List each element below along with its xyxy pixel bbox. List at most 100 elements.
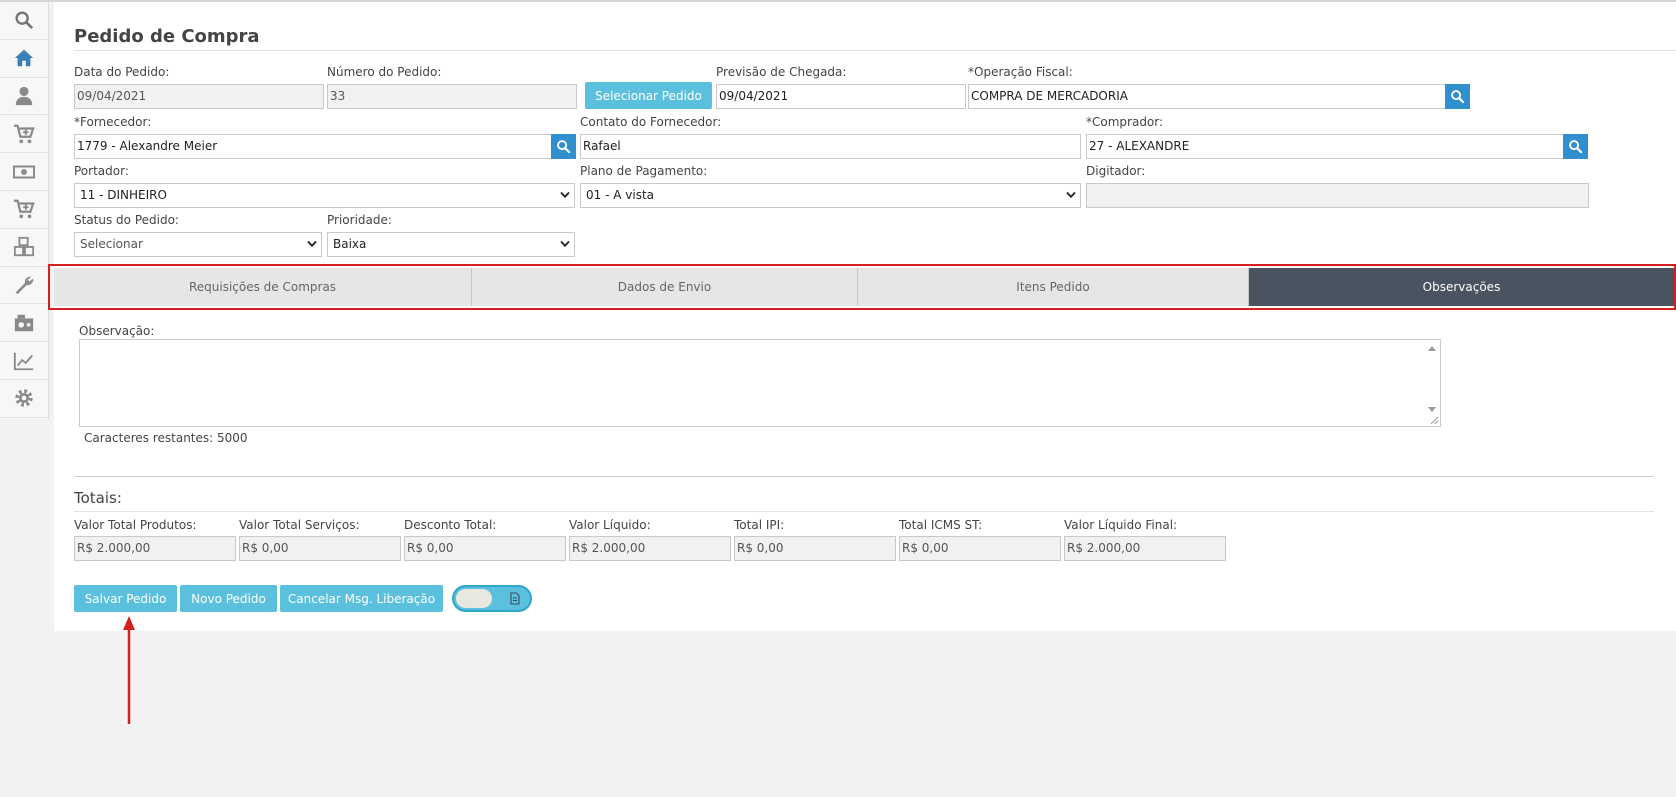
tab-bar: Requisições de Compras Dados de Envio It…	[54, 268, 1674, 306]
scroll-up-arrow[interactable]	[1428, 346, 1436, 351]
totais-title: Totais:	[74, 489, 122, 507]
status-pedido-select[interactable]: Selecionar	[74, 232, 322, 257]
sidebar-settings[interactable]	[0, 380, 48, 418]
desconto-total-value: R$ 0,00	[404, 536, 566, 561]
sidebar-user[interactable]	[0, 78, 48, 116]
desconto-total-label: Desconto Total:	[404, 518, 497, 532]
status-pedido-label: Status do Pedido:	[74, 213, 179, 227]
money-icon	[13, 165, 35, 179]
portador-select[interactable]: 11 - DINHEIRO	[74, 183, 575, 208]
observacao-label: Observação:	[79, 324, 155, 338]
observacao-textarea[interactable]	[79, 339, 1441, 427]
sidebar-home[interactable]	[0, 40, 48, 78]
fornecedor-search-button[interactable]	[551, 134, 576, 159]
prioridade-label: Prioridade:	[327, 213, 392, 227]
selecionar-pedido-button[interactable]: Selecionar Pedido	[585, 82, 712, 109]
data-pedido-input[interactable]: 09/04/2021	[74, 84, 324, 109]
digitador-input[interactable]	[1086, 183, 1589, 208]
comprador-input[interactable]: 27 - ALEXANDRE	[1086, 134, 1564, 159]
previsao-chegada-input[interactable]: 09/04/2021	[716, 84, 966, 109]
status-pedido-value: Selecionar	[80, 237, 143, 251]
fornecedor-input[interactable]: 1779 - Alexandre Meier	[74, 134, 552, 159]
portador-value: 11 - DINHEIRO	[80, 188, 167, 202]
chevron-down-icon	[560, 191, 570, 199]
prioridade-value: Baixa	[333, 237, 367, 251]
valor-liquido-final-label: Valor Líquido Final:	[1064, 518, 1178, 532]
operacao-fiscal-search-button[interactable]	[1445, 84, 1470, 109]
comprador-label: *Comprador:	[1086, 115, 1164, 129]
fornecedor-label: *Fornecedor:	[74, 115, 152, 129]
numero-pedido-input[interactable]: 33	[327, 84, 577, 109]
plano-pagamento-value: 01 - A vista	[586, 188, 654, 202]
tab-dados-envio[interactable]: Dados de Envio	[472, 268, 858, 306]
section-divider	[74, 476, 1654, 477]
portador-label: Portador:	[74, 164, 129, 178]
search-icon	[557, 140, 571, 154]
cart-add-icon	[13, 200, 35, 219]
chevron-down-icon	[560, 240, 570, 248]
cancelar-msg-liberacao-button[interactable]: Cancelar Msg. Liberação	[280, 585, 443, 612]
title-divider	[74, 50, 1676, 51]
cart-add-icon	[13, 124, 35, 143]
sidebar	[0, 2, 49, 419]
sidebar-reports[interactable]	[0, 342, 48, 380]
comprador-search-button[interactable]	[1563, 134, 1588, 159]
gear-icon	[15, 389, 33, 408]
sidebar-stock[interactable]	[0, 229, 48, 267]
valor-total-produtos-label: Valor Total Produtos:	[74, 518, 197, 532]
tabs-highlight-box: Requisições de Compras Dados de Envio It…	[48, 264, 1676, 310]
chart-line-icon	[13, 352, 34, 370]
total-ipi-label: Total IPI:	[734, 518, 785, 532]
sidebar-finance[interactable]	[0, 153, 48, 191]
tab-itens-pedido[interactable]: Itens Pedido	[858, 268, 1249, 306]
contato-fornecedor-label: Contato do Fornecedor:	[580, 115, 722, 129]
search-icon	[1451, 90, 1465, 104]
cash-register-icon	[14, 314, 34, 332]
prioridade-select[interactable]: Baixa	[327, 232, 575, 257]
scroll-down-arrow[interactable]	[1428, 407, 1436, 412]
search-icon	[1569, 140, 1583, 154]
salvar-pedido-button[interactable]: Salvar Pedido	[74, 585, 177, 612]
sidebar-search[interactable]	[0, 2, 48, 40]
valor-liquido-label: Valor Líquido:	[569, 518, 651, 532]
sidebar-purchase[interactable]	[0, 115, 48, 154]
sidebar-sales[interactable]	[0, 191, 48, 229]
total-icms-st-value: R$ 0,00	[899, 536, 1061, 561]
valor-liquido-value: R$ 2.000,00	[569, 536, 731, 561]
document-icon	[510, 592, 520, 605]
total-icms-st-label: Total ICMS ST:	[899, 518, 983, 532]
tab-observacoes[interactable]: Observações	[1249, 268, 1674, 306]
sidebar-pos[interactable]	[0, 304, 48, 343]
novo-pedido-button[interactable]: Novo Pedido	[180, 585, 277, 612]
plano-pagamento-label: Plano de Pagamento:	[580, 164, 708, 178]
sidebar-tools[interactable]	[0, 267, 48, 305]
toggle-knob	[456, 589, 492, 608]
data-pedido-label: Data do Pedido:	[74, 65, 170, 79]
wrench-icon	[15, 276, 34, 295]
valor-liquido-final-value: R$ 2.000,00	[1064, 536, 1226, 561]
valor-total-produtos-value: R$ 2.000,00	[74, 536, 236, 561]
chevron-down-icon	[1066, 191, 1076, 199]
pdf-toggle[interactable]	[452, 585, 532, 612]
boxes-icon	[13, 237, 35, 257]
user-icon	[15, 86, 33, 106]
caracteres-restantes: Caracteres restantes: 5000	[84, 431, 248, 445]
search-icon	[15, 11, 33, 30]
numero-pedido-label: Número do Pedido:	[327, 65, 442, 79]
operacao-fiscal-input[interactable]: COMPRA DE MERCADORIA	[968, 84, 1446, 109]
operacao-fiscal-label: *Operação Fiscal:	[968, 65, 1073, 79]
totais-divider	[74, 511, 1654, 512]
page-title: Pedido de Compra	[74, 26, 260, 47]
total-ipi-value: R$ 0,00	[734, 536, 896, 561]
home-icon	[14, 49, 34, 67]
valor-total-servicos-label: Valor Total Serviços:	[239, 518, 360, 532]
resize-handle-icon[interactable]	[1429, 415, 1439, 425]
chevron-down-icon	[307, 240, 317, 248]
contato-fornecedor-input[interactable]: Rafael	[580, 134, 1081, 159]
valor-total-servicos-value: R$ 0,00	[239, 536, 401, 561]
annotation-arrow	[123, 616, 135, 724]
digitador-label: Digitador:	[1086, 164, 1146, 178]
previsao-chegada-label: Previsão de Chegada:	[716, 65, 847, 79]
tab-requisicoes-compras[interactable]: Requisições de Compras	[54, 268, 472, 306]
plano-pagamento-select[interactable]: 01 - A vista	[580, 183, 1081, 208]
